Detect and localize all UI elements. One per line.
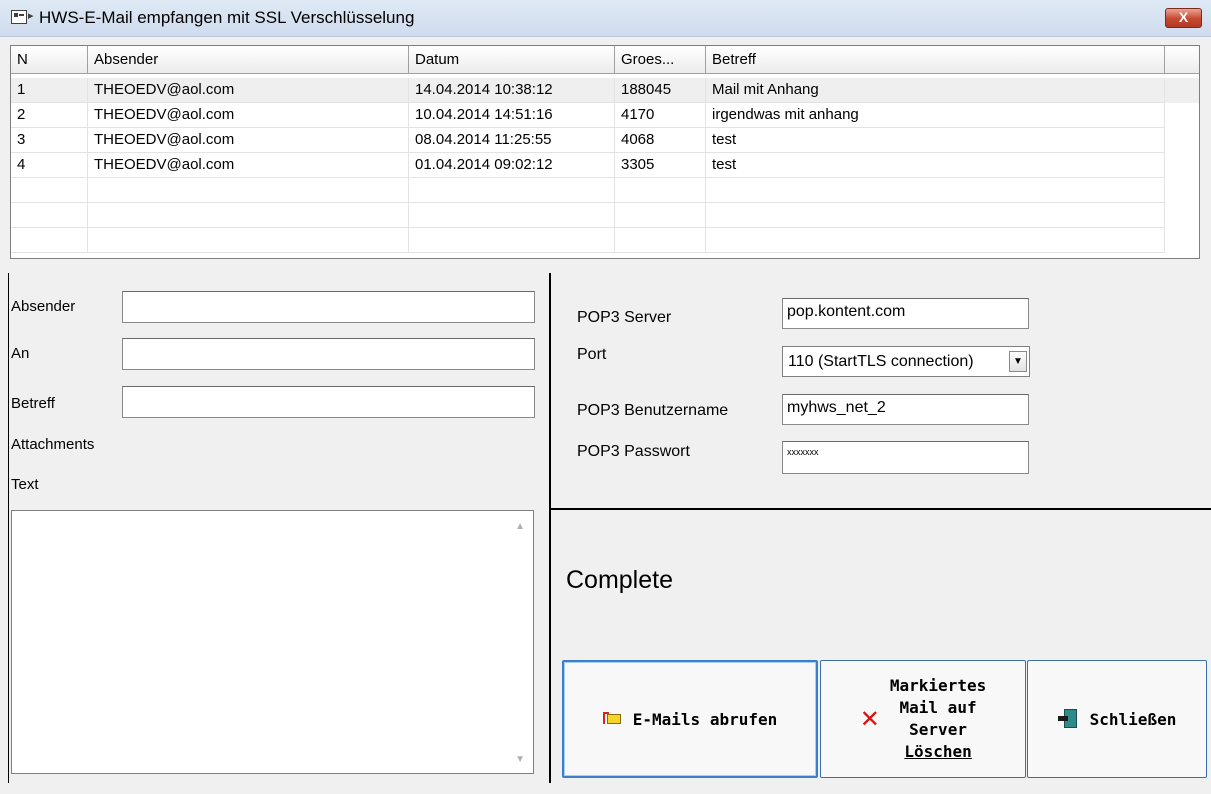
title-arrow-icon: ▸	[28, 10, 34, 22]
vertical-divider	[549, 273, 551, 783]
cell-size: 4068	[615, 128, 706, 153]
column-header-size[interactable]: Groes...	[615, 46, 706, 74]
column-header-date[interactable]: Datum	[409, 46, 615, 74]
cell-n: 1	[11, 78, 88, 103]
password-label: POP3 Passwort	[577, 443, 690, 460]
attachments-label: Attachments	[11, 436, 95, 453]
cell-date: 10.04.2014 14:51:16	[409, 103, 615, 128]
pop3-server-input[interactable]: pop.kontent.com	[782, 298, 1029, 329]
cell-subject: test	[706, 153, 1165, 178]
close-label: Schließen	[1089, 709, 1177, 729]
username-label: POP3 Benutzername	[577, 402, 729, 419]
table-row[interactable]: 1 THEOEDV@aol.com 14.04.2014 10:38:12 18…	[11, 78, 1199, 103]
close-button[interactable]: Schließen	[1027, 660, 1207, 778]
cell-size: 4170	[615, 103, 706, 128]
exit-door-icon	[1057, 709, 1078, 729]
column-header-subject[interactable]: Betreff	[706, 46, 1165, 74]
cell-sender: THEOEDV@aol.com	[88, 153, 409, 178]
empty-row	[11, 203, 1199, 228]
fetch-mails-button[interactable]: E-Mails abrufen	[562, 660, 818, 778]
cell-n: 4	[11, 153, 88, 178]
empty-row	[11, 178, 1199, 203]
cell-date: 14.04.2014 10:38:12	[409, 78, 615, 103]
fetch-mails-label: E-Mails abrufen	[632, 709, 778, 729]
port-select[interactable]: 110 (StartTLS connection) ▼	[782, 346, 1030, 377]
sender-field[interactable]	[122, 291, 535, 323]
subject-label: Betreff	[11, 395, 55, 412]
horizontal-divider	[550, 508, 1211, 510]
cell-size: 3305	[615, 153, 706, 178]
cell-n: 2	[11, 103, 88, 128]
status-text: Complete	[566, 566, 673, 594]
column-header-n[interactable]: N	[11, 46, 88, 74]
message-text-area[interactable]: ▲ ▼	[11, 510, 534, 774]
cell-date: 01.04.2014 09:02:12	[409, 153, 615, 178]
cell-sender: THEOEDV@aol.com	[88, 78, 409, 103]
password-input[interactable]: xxxxxxx	[782, 441, 1029, 474]
mail-list-table[interactable]: N Absender Datum Groes... Betreff 1 THEO…	[10, 45, 1200, 259]
app-window-icon	[11, 10, 27, 24]
sender-label: Absender	[11, 298, 76, 315]
scroll-down-icon[interactable]: ▼	[515, 754, 525, 765]
red-x-icon: ✕	[859, 705, 880, 733]
left-panel-edge	[8, 273, 9, 783]
table-header: N Absender Datum Groes... Betreff	[11, 46, 1199, 74]
username-input[interactable]: myhws_net_2	[782, 394, 1029, 425]
window-title: HWS-E-Mail empfangen mit SSL Verschlüsse…	[39, 8, 415, 27]
cell-date: 08.04.2014 11:25:55	[409, 128, 615, 153]
cell-size: 188045	[615, 78, 706, 103]
column-header-sender[interactable]: Absender	[88, 46, 409, 74]
pop3-server-label: POP3 Server	[577, 309, 672, 326]
cell-subject: test	[706, 128, 1165, 153]
scroll-up-icon[interactable]: ▲	[515, 521, 525, 532]
table-row[interactable]: 3 THEOEDV@aol.com 08.04.2014 11:25:55 40…	[11, 128, 1199, 153]
cell-n: 3	[11, 128, 88, 153]
cell-sender: THEOEDV@aol.com	[88, 128, 409, 153]
mail-fetch-icon	[602, 712, 623, 726]
cell-subject: Mail mit Anhang	[706, 78, 1165, 103]
table-row[interactable]: 2 THEOEDV@aol.com 10.04.2014 14:51:16 41…	[11, 103, 1199, 128]
cell-sender: THEOEDV@aol.com	[88, 103, 409, 128]
column-header-filler	[1165, 46, 1199, 74]
chevron-down-icon[interactable]: ▼	[1009, 351, 1027, 372]
cell-subject: irgendwas mit anhang	[706, 103, 1165, 128]
to-field[interactable]	[122, 338, 535, 370]
title-bar: ▸ HWS-E-Mail empfangen mit SSL Verschlüs…	[0, 0, 1211, 37]
to-label: An	[11, 345, 30, 362]
delete-on-server-button[interactable]: ✕ Markiertes Mail auf Server Löschen	[820, 660, 1026, 778]
port-label: Port	[577, 346, 607, 363]
table-row[interactable]: 4 THEOEDV@aol.com 01.04.2014 09:02:12 33…	[11, 153, 1199, 178]
delete-on-server-label: Markiertes Mail auf Server Löschen	[889, 676, 987, 761]
empty-row	[11, 228, 1199, 253]
subject-field[interactable]	[122, 386, 535, 418]
port-selected-value: 110 (StartTLS connection)	[788, 353, 974, 370]
text-label: Text	[11, 476, 39, 493]
close-window-button[interactable]: X	[1165, 8, 1202, 28]
